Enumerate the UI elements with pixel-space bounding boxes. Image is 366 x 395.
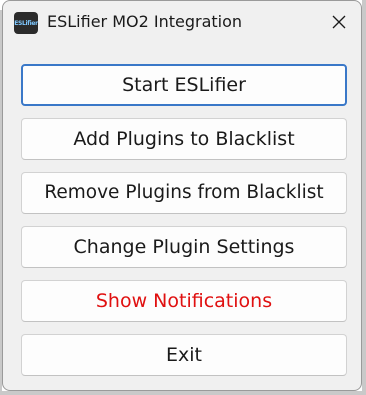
remove-plugins-from-blacklist-button[interactable]: Remove Plugins from Blacklist bbox=[21, 172, 347, 214]
background-window-edge-right bbox=[362, 0, 366, 395]
close-icon bbox=[332, 15, 346, 29]
change-plugin-settings-button[interactable]: Change Plugin Settings bbox=[21, 226, 347, 268]
eslifier-dialog: ESLifier ESLifier MO2 Integration Start … bbox=[2, 0, 362, 391]
window-title: ESLifier MO2 Integration bbox=[47, 12, 243, 31]
show-notifications-button[interactable]: Show Notifications bbox=[21, 280, 347, 322]
exit-button[interactable]: Exit bbox=[21, 334, 347, 376]
start-eslifier-button[interactable]: Start ESLifier bbox=[21, 64, 347, 106]
app-icon-text: ESLifier bbox=[14, 19, 38, 27]
title-bar[interactable]: ESLifier ESLifier MO2 Integration bbox=[3, 1, 361, 45]
eslifier-app-icon: ESLifier bbox=[14, 12, 38, 34]
add-plugins-to-blacklist-button[interactable]: Add Plugins to Blacklist bbox=[21, 118, 347, 160]
action-button-list: Start ESLifier Add Plugins to Blacklist … bbox=[21, 64, 347, 388]
background-window-edge-bottom bbox=[0, 391, 366, 395]
close-button[interactable] bbox=[321, 5, 357, 39]
